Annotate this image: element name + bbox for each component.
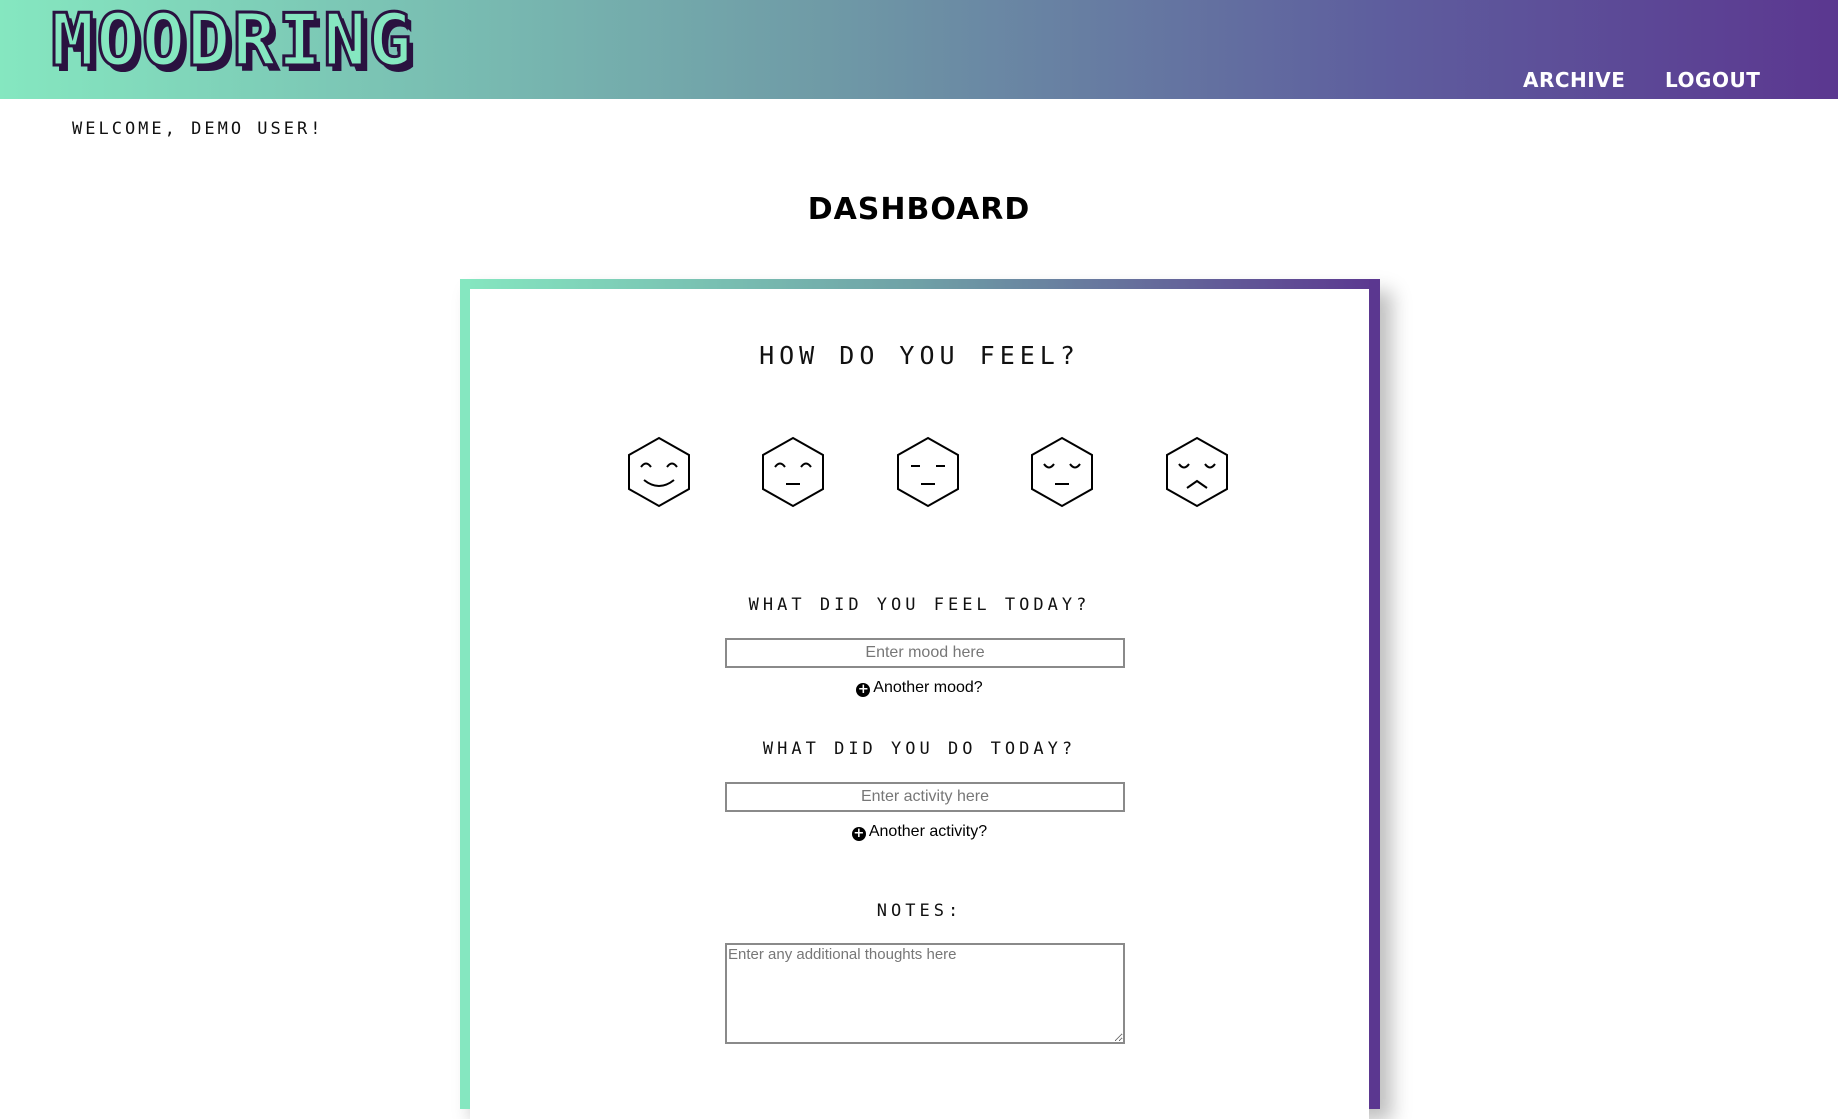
happy-icon[interactable] — [761, 436, 825, 508]
very-happy-icon[interactable] — [627, 436, 691, 508]
add-mood-label: Another mood? — [873, 679, 983, 696]
moods-question-title: WHAT DID YOU FEEL TODAY? — [748, 595, 1091, 615]
neutral-icon[interactable] — [896, 436, 960, 508]
add-activity-label: Another activity? — [868, 823, 988, 840]
card-left-border — [460, 279, 470, 1109]
card-right-border — [1369, 279, 1380, 1109]
mood-entry-card: HOW DO YOU FEEL? WHAT DID YOU FEEL TODAY… — [460, 279, 1380, 1119]
plus-circle-icon: + — [851, 826, 866, 841]
notes-textarea[interactable] — [725, 943, 1125, 1044]
activities-question-title: WHAT DID YOU DO TODAY? — [762, 739, 1077, 759]
notes-title: NOTES: — [876, 901, 963, 921]
welcome-message: WELCOME, DEMO USER! — [72, 119, 324, 139]
nav-archive-link[interactable]: ARCHIVE — [1523, 68, 1625, 92]
plus-circle-icon: + — [856, 682, 871, 697]
app-logo[interactable]: MOODRING — [50, 3, 414, 78]
very-sad-icon[interactable] — [1165, 436, 1229, 508]
mood-selector — [470, 436, 1369, 508]
nav-logout-link[interactable]: LOGOUT — [1665, 68, 1760, 92]
activity-input[interactable] — [725, 782, 1125, 812]
add-activity-button[interactable]: + Another activity? — [470, 823, 1369, 841]
mood-entry-form: HOW DO YOU FEEL? WHAT DID YOU FEEL TODAY… — [470, 289, 1369, 1119]
add-mood-button[interactable]: + Another mood? — [470, 679, 1369, 697]
page-title: DASHBOARD — [807, 192, 1031, 227]
feel-question-title: HOW DO YOU FEEL? — [759, 341, 1080, 370]
top-header: MOODRING ARCHIVE LOGOUT — [0, 0, 1838, 99]
mood-input[interactable] — [725, 638, 1125, 668]
sad-icon[interactable] — [1030, 436, 1094, 508]
